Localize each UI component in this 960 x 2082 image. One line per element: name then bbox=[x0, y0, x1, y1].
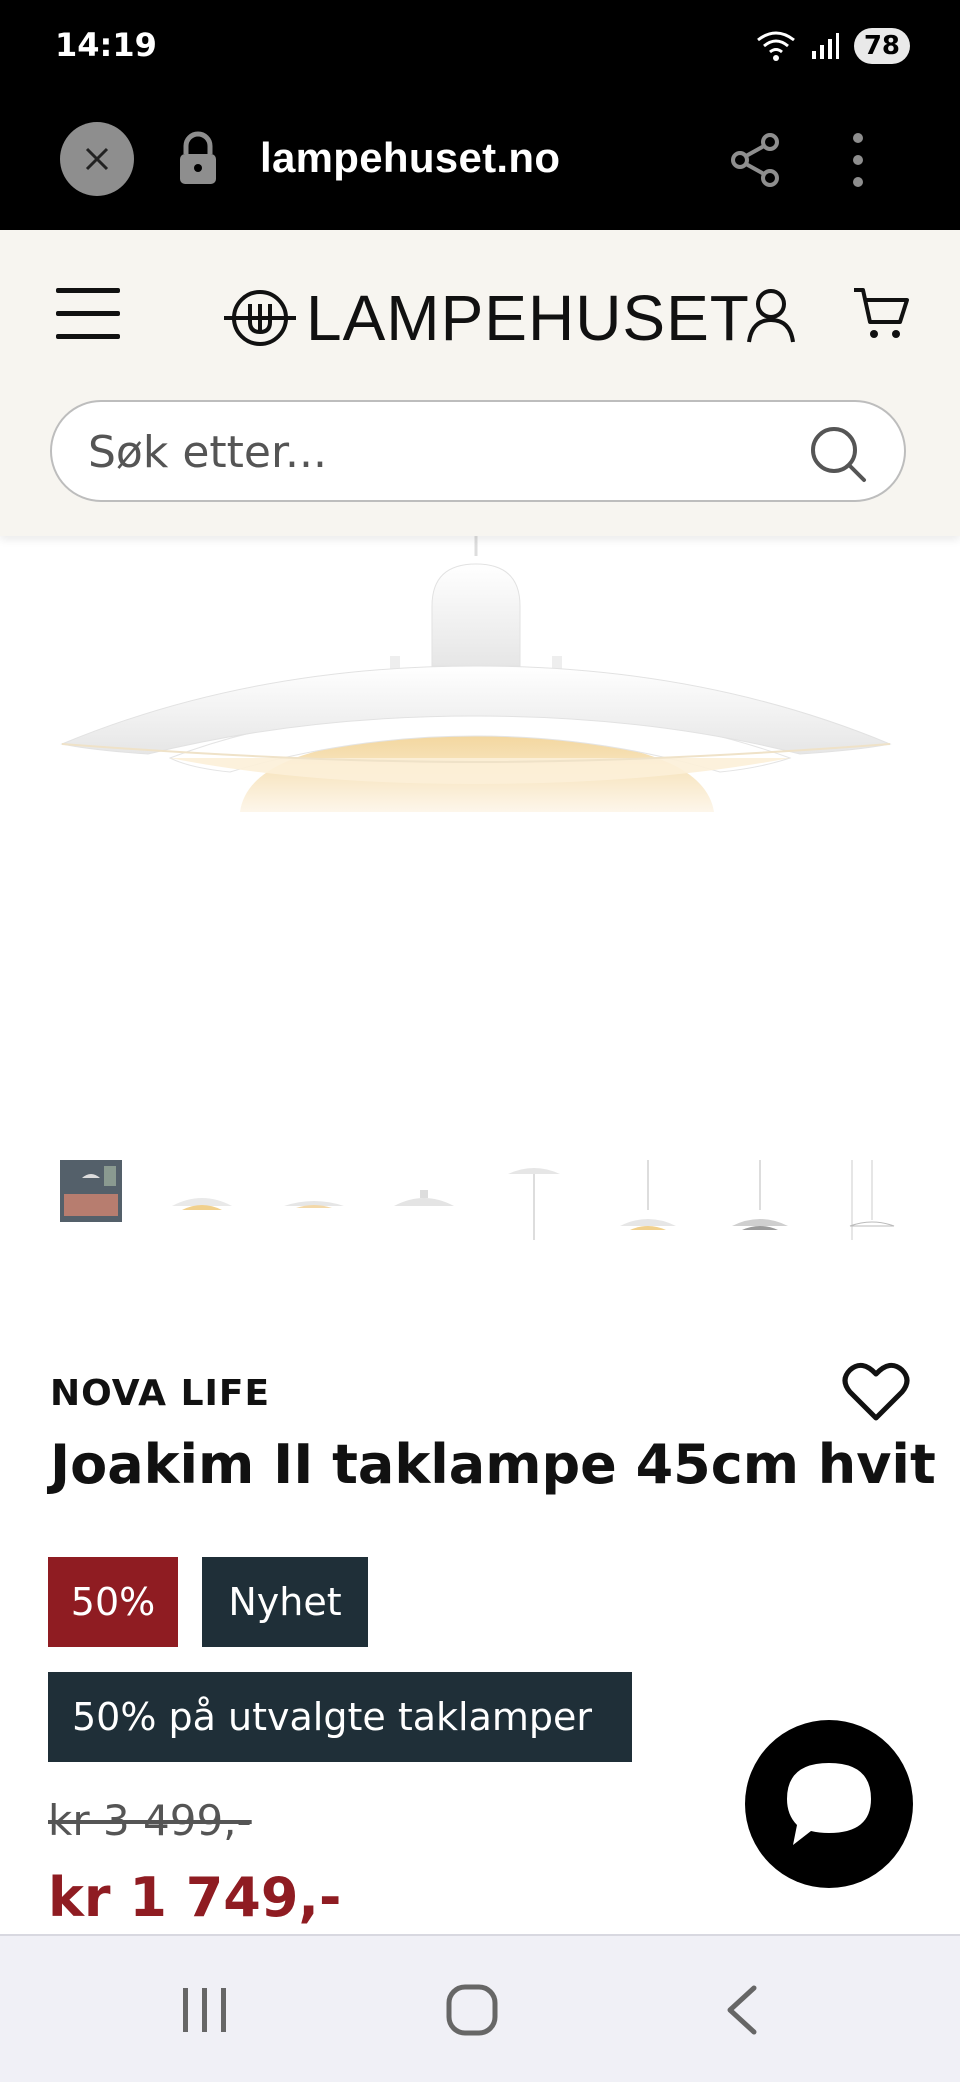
thumbnail[interactable] bbox=[728, 1160, 808, 1240]
url-bar[interactable]: lampehuset.no bbox=[260, 134, 560, 182]
thumbnail[interactable] bbox=[60, 1160, 140, 1240]
home-icon[interactable] bbox=[446, 1984, 498, 2036]
search-input[interactable] bbox=[86, 402, 790, 502]
lock-icon[interactable] bbox=[176, 130, 220, 186]
system-nav-bar bbox=[0, 1934, 960, 2082]
new-badge: Nyhet bbox=[202, 1557, 368, 1647]
status-bar: 14:19 78 bbox=[0, 0, 960, 96]
thumbnail[interactable] bbox=[392, 1160, 472, 1240]
close-tab-button[interactable] bbox=[60, 122, 134, 196]
thumbnail[interactable] bbox=[502, 1160, 582, 1240]
product-image[interactable] bbox=[0, 536, 960, 1136]
current-price: kr 1 749,- bbox=[48, 1866, 342, 1929]
lamp-illustration bbox=[60, 536, 892, 812]
product-brand[interactable]: NOVA LIFE bbox=[50, 1373, 270, 1414]
logo-icon bbox=[224, 290, 296, 346]
search-bar[interactable] bbox=[50, 400, 906, 502]
signal-icon bbox=[811, 33, 839, 59]
campaign-badge[interactable]: 50% på utvalgte taklamper bbox=[48, 1672, 632, 1762]
thumbnail[interactable] bbox=[170, 1160, 250, 1240]
logo-text: LAMPEHUSET bbox=[306, 282, 750, 354]
sale-badge: 50% bbox=[48, 1557, 178, 1647]
site-header: LAMPEHUSET bbox=[0, 230, 960, 536]
menu-icon[interactable] bbox=[56, 286, 122, 342]
recent-apps-icon[interactable] bbox=[180, 1986, 230, 2034]
product-title: Joakim II taklampe 45cm hvit bbox=[50, 1433, 936, 1496]
thumbnail[interactable] bbox=[616, 1160, 696, 1240]
chat-icon bbox=[787, 1763, 871, 1845]
thumbnail[interactable] bbox=[840, 1160, 920, 1240]
status-time: 14:19 bbox=[55, 26, 157, 64]
battery-icon: 78 bbox=[853, 28, 910, 64]
chat-button[interactable] bbox=[745, 1720, 913, 1888]
browser-bar: lampehuset.no bbox=[0, 96, 960, 230]
status-icons: 78 bbox=[756, 26, 910, 66]
old-price: kr 3 499,- bbox=[48, 1796, 252, 1845]
thumbnail-strip bbox=[50, 1160, 920, 1240]
close-icon bbox=[85, 147, 109, 171]
site-logo[interactable]: LAMPEHUSET bbox=[222, 282, 750, 354]
search-icon[interactable] bbox=[808, 424, 868, 484]
user-icon[interactable] bbox=[746, 288, 796, 344]
thumbnail[interactable] bbox=[282, 1160, 362, 1240]
back-icon[interactable] bbox=[722, 1984, 762, 2036]
cart-icon[interactable] bbox=[852, 286, 910, 342]
share-icon[interactable] bbox=[730, 132, 782, 188]
heart-icon[interactable] bbox=[842, 1360, 910, 1422]
wifi-icon bbox=[756, 31, 795, 61]
more-icon[interactable] bbox=[848, 130, 868, 190]
